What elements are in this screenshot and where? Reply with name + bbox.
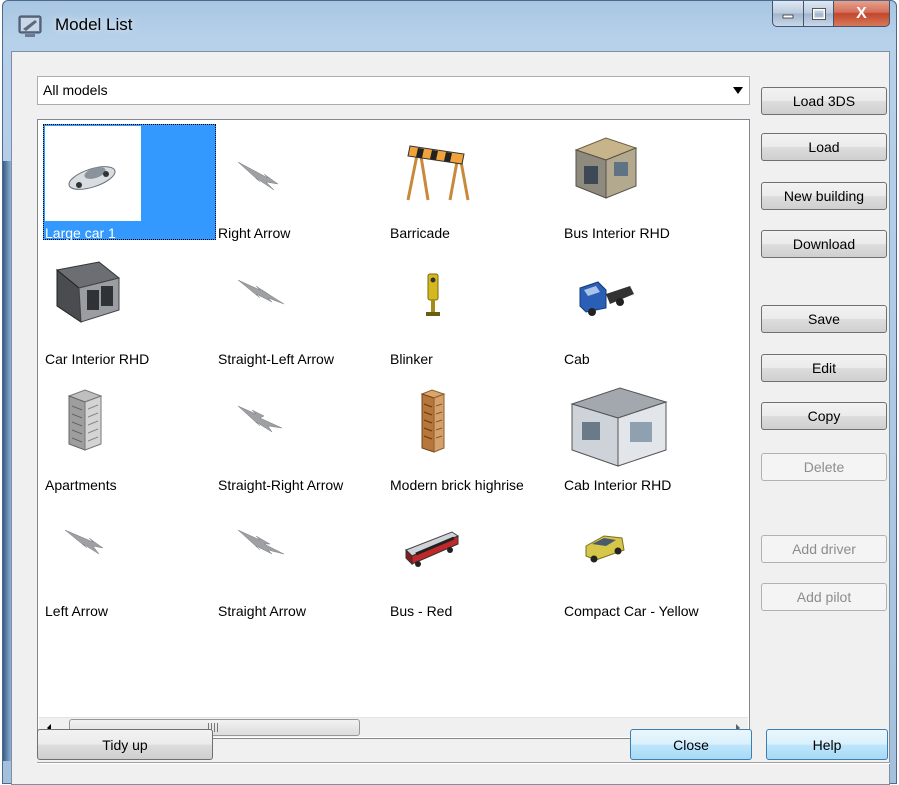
model-item-barricade[interactable]: Barricade — [388, 124, 561, 249]
filter-selected-value: All models — [43, 82, 108, 98]
add-driver-button[interactable]: Add driver — [761, 535, 887, 563]
model-label: Right Arrow — [218, 225, 291, 241]
model-label: Modern brick highrise — [390, 477, 524, 493]
maximize-button[interactable] — [804, 1, 834, 27]
model-label: Compact Car - Yellow — [564, 603, 699, 619]
model-item-cab[interactable]: Cab — [562, 250, 735, 375]
model-item-right-arrow[interactable]: Right Arrow — [216, 124, 389, 249]
yellow-car-icon — [585, 535, 625, 563]
arrow-icon — [237, 161, 279, 191]
title-bar[interactable]: Model List X — [3, 1, 896, 51]
model-item-straight-right-arrow[interactable]: Straight-Right Arrow — [216, 376, 389, 501]
model-label: Cab Interior RHD — [564, 477, 672, 493]
arrow-icon — [64, 529, 104, 555]
model-label: Straight-Left Arrow — [218, 351, 334, 367]
dialog-client-area: All models Large car 1 Right Arrow Barri… — [11, 51, 890, 785]
new-building-button[interactable]: New building — [761, 182, 887, 210]
model-item-left-arrow[interactable]: Left Arrow — [43, 502, 216, 627]
model-item-apartments[interactable]: Apartments — [43, 376, 216, 501]
save-button[interactable]: Save — [761, 305, 887, 333]
blinker-icon — [426, 273, 440, 316]
apartment-building-icon — [67, 389, 103, 451]
model-label: Cab — [564, 351, 590, 367]
model-item-modern-brick-highrise[interactable]: Modern brick highrise — [388, 376, 561, 501]
window-frame-accent — [3, 161, 11, 761]
model-item-compact-car-yellow[interactable]: Compact Car - Yellow — [562, 502, 735, 627]
barricade-icon — [406, 145, 470, 201]
app-icon — [18, 15, 42, 37]
model-list-view[interactable]: Large car 1 Right Arrow Barricade Bus In… — [37, 119, 750, 739]
model-list-window: Model List X All models Large car 1 Righ… — [2, 0, 897, 785]
model-item-cab-interior-rhd[interactable]: Cab Interior RHD — [562, 376, 735, 501]
model-item-bus-red[interactable]: Bus - Red — [388, 502, 561, 627]
add-pilot-button[interactable]: Add pilot — [761, 583, 887, 611]
model-label: Large car 1 — [45, 225, 116, 241]
download-button[interactable]: Download — [761, 230, 887, 258]
model-item-straight-left-arrow[interactable]: Straight-Left Arrow — [216, 250, 389, 375]
bus-interior-icon — [574, 137, 638, 199]
edit-button[interactable]: Edit — [761, 354, 887, 382]
caption-buttons: X — [772, 1, 890, 27]
model-label: Barricade — [390, 225, 450, 241]
close-icon: X — [856, 4, 867, 22]
arrow-icon — [237, 405, 283, 433]
model-label: Bus - Red — [390, 603, 453, 619]
model-item-straight-arrow[interactable]: Straight Arrow — [216, 502, 389, 627]
footer-separator — [37, 762, 890, 764]
model-item-bus-interior-rhd[interactable]: Bus Interior RHD — [562, 124, 735, 249]
car-interior-icon — [55, 261, 121, 323]
delete-button[interactable]: Delete — [761, 453, 887, 481]
model-label: Straight-Right Arrow — [218, 477, 344, 493]
model-label: Blinker — [390, 351, 433, 367]
minimize-icon — [782, 14, 794, 18]
model-label: Left Arrow — [45, 603, 109, 619]
white-car-icon — [68, 166, 116, 190]
model-item-large-car-1[interactable]: Large car 1 — [43, 124, 216, 249]
cab-interior-icon — [570, 387, 668, 467]
help-button[interactable]: Help — [766, 729, 888, 760]
model-filter-dropdown[interactable]: All models — [37, 76, 750, 105]
model-item-car-interior-rhd[interactable]: Car Interior RHD — [43, 250, 216, 375]
load-button[interactable]: Load — [761, 133, 887, 161]
copy-button[interactable]: Copy — [761, 402, 887, 430]
model-item-blinker[interactable]: Blinker — [388, 250, 561, 375]
model-label: Car Interior RHD — [45, 351, 150, 367]
maximize-icon — [811, 7, 826, 20]
load-3ds-button[interactable]: Load 3DS — [761, 87, 887, 115]
red-bus-icon — [405, 531, 460, 567]
model-label: Apartments — [45, 477, 117, 493]
model-label: Bus Interior RHD — [564, 225, 670, 241]
window-title: Model List — [55, 15, 133, 34]
close-button[interactable]: Close — [630, 729, 752, 760]
close-window-button[interactable]: X — [834, 1, 890, 27]
truck-cab-icon — [579, 281, 634, 316]
minimize-button[interactable] — [772, 1, 804, 27]
arrow-icon — [237, 529, 285, 555]
tidy-up-button[interactable]: Tidy up — [37, 729, 213, 760]
arrow-icon — [237, 279, 285, 305]
chevron-down-icon[interactable] — [733, 87, 743, 94]
model-label: Straight Arrow — [218, 603, 306, 619]
highrise-building-icon — [420, 389, 446, 453]
